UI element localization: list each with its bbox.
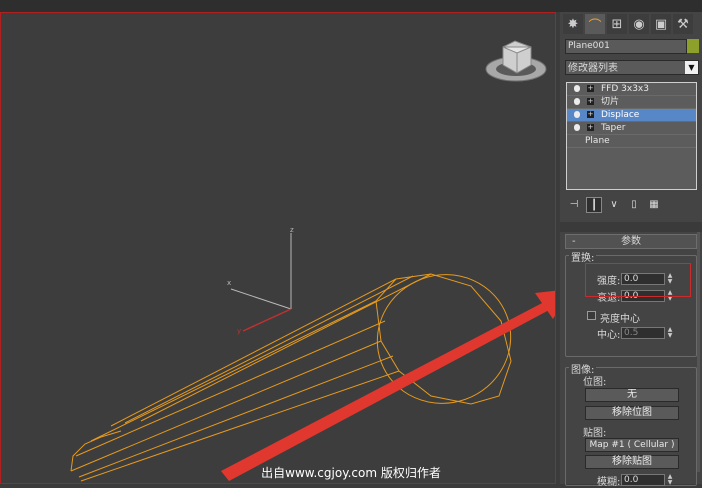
modify-tab-icon[interactable]: ⌒ [585, 14, 605, 34]
perspective-viewport[interactable]: z x y [0, 12, 556, 484]
panel-separator [560, 222, 702, 232]
axis-tripod: z x y [227, 226, 294, 335]
panel-scrollbar[interactable] [697, 232, 700, 472]
remove-map-button[interactable]: 移除贴图 [585, 455, 679, 469]
stack-item-ffd[interactable]: + FFD 3x3x3 [567, 83, 696, 96]
expand-plus-icon[interactable]: + [587, 98, 594, 105]
stack-buttons: ⊣ ┃ ∨ ▯ ▦ [566, 196, 697, 214]
object-color-swatch[interactable] [687, 39, 699, 53]
remove-bitmap-button[interactable]: 移除位图 [585, 406, 679, 420]
center-spinner[interactable]: 0.5 [621, 327, 665, 339]
configure-sets-icon[interactable]: ▦ [646, 197, 662, 213]
top-toolbar [0, 0, 702, 12]
stack-item-label: FFD 3x3x3 [601, 84, 649, 94]
lightbulb-icon[interactable] [574, 124, 580, 131]
blur-spinner[interactable]: 0.0 [621, 474, 665, 486]
bitmap-none-button[interactable]: 无 [585, 388, 679, 402]
stack-item-plane[interactable]: Plane [567, 135, 696, 148]
lightbulb-icon[interactable] [574, 85, 580, 92]
axis-label-y: y [237, 327, 241, 335]
remove-modifier-icon[interactable]: ▯ [626, 197, 642, 213]
object-name-field[interactable]: Plane001 [565, 39, 687, 54]
blur-label: 模糊: [597, 477, 621, 488]
luminance-center-checkbox[interactable] [587, 311, 596, 320]
viewcube-icon[interactable] [485, 40, 547, 82]
blur-spinner-arrows-icon[interactable]: ▲ ▼ [666, 474, 674, 486]
stack-item-label: 切片 [601, 97, 620, 107]
axis-label-x: x [227, 279, 231, 287]
display-tab-icon[interactable]: ▣ [651, 14, 671, 34]
luminance-center-label: 亮度中心 [600, 314, 640, 325]
modifier-list-dropdown[interactable]: 修改器列表 ▼ [565, 60, 699, 75]
stack-item-taper[interactable]: + Taper [567, 122, 696, 135]
viewport-scene: z x y [70, 40, 555, 482]
utilities-tab-icon[interactable]: ⚒ [673, 14, 693, 34]
cylinder-wireframe[interactable] [70, 256, 529, 482]
expand-plus-icon[interactable]: + [587, 85, 594, 92]
lightbulb-icon[interactable] [574, 111, 580, 118]
collapse-minus-icon[interactable]: - [572, 235, 576, 248]
stack-item-displace[interactable]: + Displace [567, 109, 696, 122]
show-end-result-icon[interactable]: ┃ [586, 197, 602, 213]
map-button[interactable]: Map #1 ( Cellular ) [585, 438, 679, 452]
rollout-title: 参数 [621, 236, 641, 247]
modifier-list-label: 修改器列表 [568, 63, 618, 74]
command-panel: ✸ ⌒ ⊞ ◉ ▣ ⚒ Plane001 修改器列表 ▼ + FFD 3x3x3… [559, 12, 702, 488]
pin-stack-icon[interactable]: ⊣ [566, 197, 582, 213]
lightbulb-icon[interactable] [574, 98, 580, 105]
map-label: 贴图: [583, 428, 607, 439]
create-tab-icon[interactable]: ✸ [563, 14, 583, 34]
center-label: 中心: [597, 330, 621, 341]
annotation-highlight-box [585, 263, 691, 297]
command-panel-tabs: ✸ ⌒ ⊞ ◉ ▣ ⚒ [563, 14, 701, 34]
motion-tab-icon[interactable]: ◉ [629, 14, 649, 34]
modifier-stack: + FFD 3x3x3 + 切片 + Displace + Taper Plan… [566, 82, 697, 190]
displace-group-label: 置换: [569, 249, 597, 264]
make-unique-icon[interactable]: ∨ [606, 197, 622, 213]
bitmap-label: 位图: [583, 377, 607, 388]
hierarchy-tab-icon[interactable]: ⊞ [607, 14, 627, 34]
axis-label-z: z [290, 226, 294, 234]
stack-item-label: Plane [585, 136, 610, 146]
center-spinner-arrows-icon[interactable]: ▲ ▼ [666, 327, 674, 339]
expand-plus-icon[interactable]: + [587, 124, 594, 131]
stack-item-slice[interactable]: + 切片 [567, 96, 696, 109]
expand-plus-icon[interactable]: + [587, 111, 594, 118]
chevron-down-icon[interactable]: ▼ [685, 61, 698, 74]
stack-item-label: Taper [601, 123, 626, 133]
rollout-title-bar[interactable]: - 参数 [565, 234, 697, 249]
stack-item-label: Displace [601, 110, 640, 120]
